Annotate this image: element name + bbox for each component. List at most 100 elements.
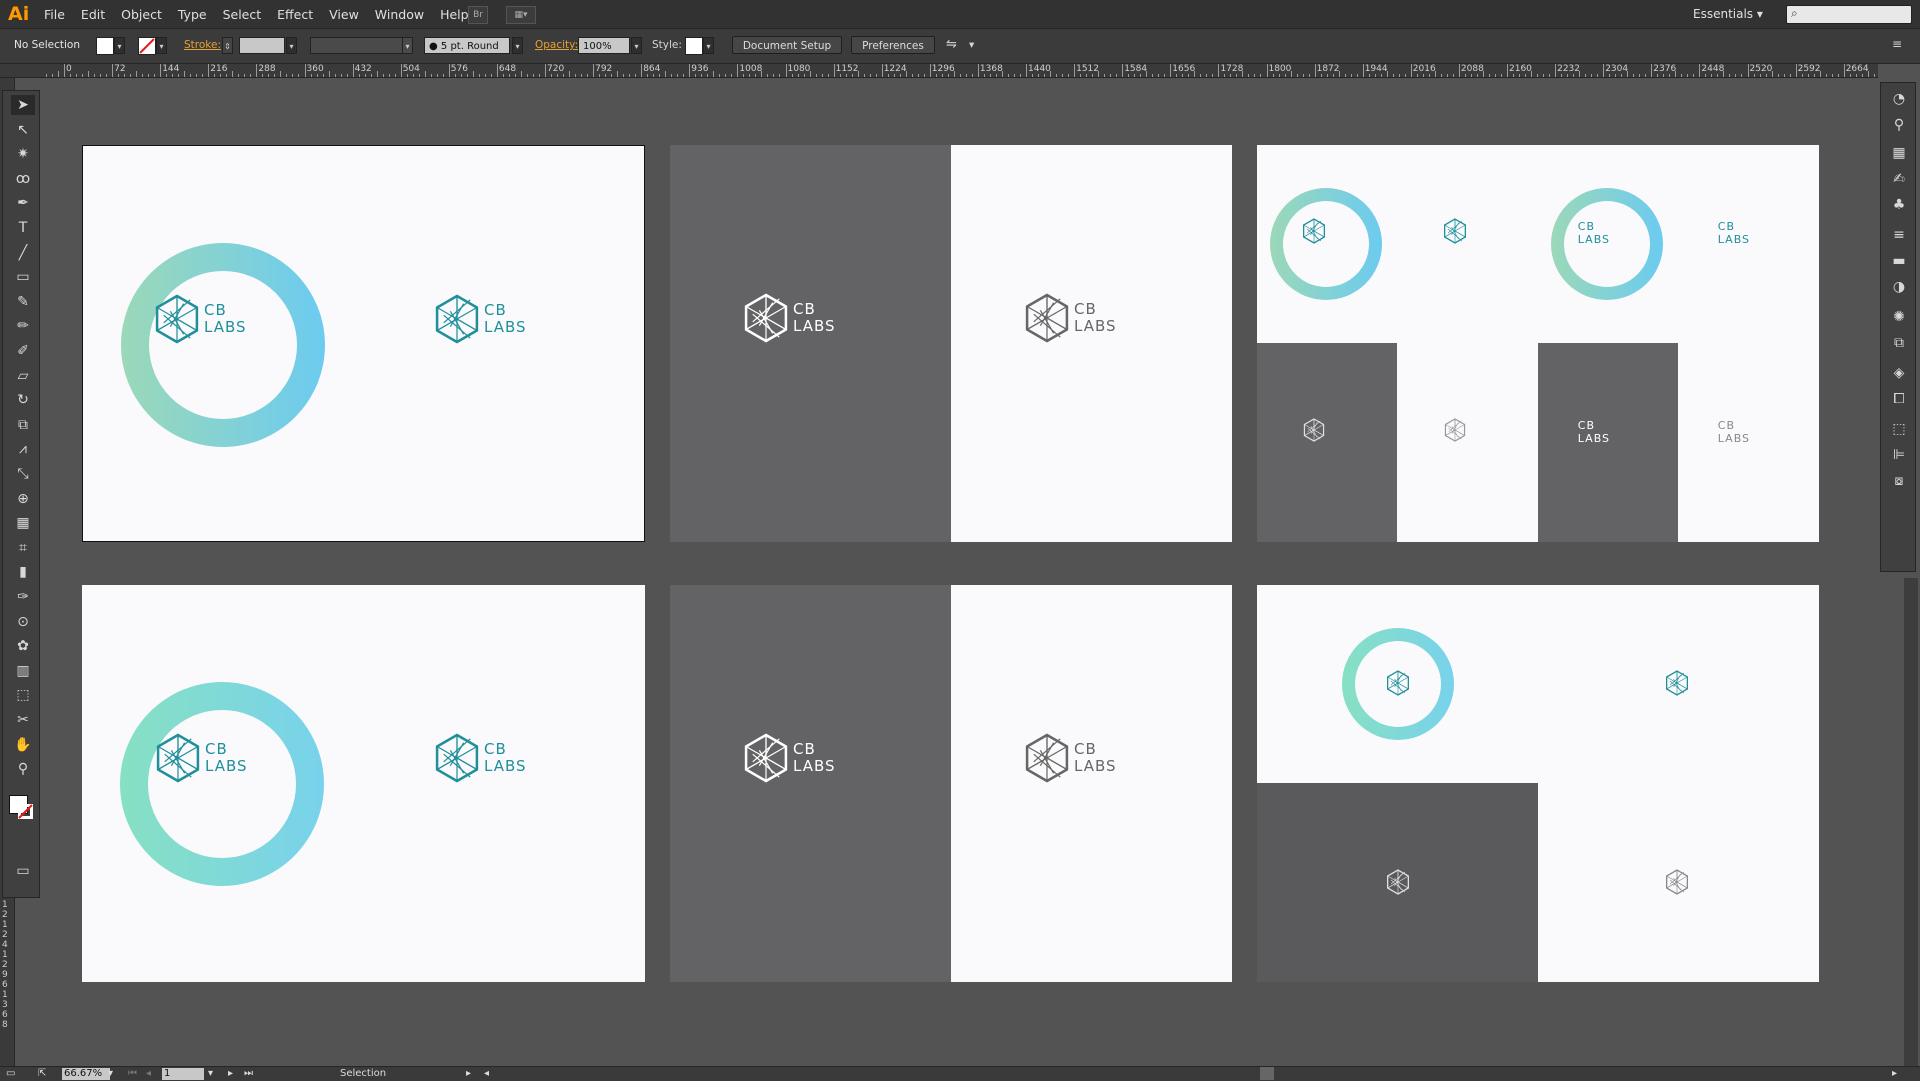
scroll-right-arrow[interactable]: ▸ xyxy=(1892,1068,1897,1079)
bridge-button[interactable]: Br xyxy=(468,6,488,24)
pencil-tool-icon[interactable]: ✏ xyxy=(11,316,35,336)
gradient-tool-icon[interactable]: ▮ xyxy=(11,562,35,582)
shape-builder-tool-icon[interactable]: ⊕ xyxy=(11,489,35,509)
color-guide-icon[interactable]: ◔ xyxy=(1887,89,1911,109)
transform-icon[interactable]: ⬚ xyxy=(1887,419,1911,439)
last-artboard-button[interactable]: ⏭ xyxy=(244,1068,253,1079)
horizontal-ruler[interactable]: 2072144216288360432504576648720792864936… xyxy=(42,64,1878,78)
rotate-tool-icon[interactable]: ↻ xyxy=(11,390,35,410)
hand-tool-icon[interactable]: ✋ xyxy=(11,735,35,755)
search-input[interactable]: ⌕ xyxy=(1786,5,1912,24)
brush-dropdown[interactable]: ▾ xyxy=(512,37,523,54)
workspace-switcher[interactable]: Essentials ▾ xyxy=(1693,7,1763,21)
menu-file[interactable]: File xyxy=(44,7,65,22)
eraser-tool-icon[interactable]: ▱ xyxy=(11,366,35,386)
preferences-button[interactable]: Preferences xyxy=(851,36,935,54)
rectangle-tool-icon[interactable]: ▭ xyxy=(11,267,35,287)
scale-tool-icon[interactable]: ⧉ xyxy=(11,415,35,435)
align-icon[interactable]: ⊫ xyxy=(1887,445,1911,465)
appearance-icon[interactable]: ✺ xyxy=(1887,307,1911,327)
fill-stroke-selector[interactable] xyxy=(9,795,37,823)
graphic-style-swatch[interactable] xyxy=(685,37,703,55)
previous-artboard-button[interactable]: ◂ xyxy=(146,1068,151,1079)
horizontal-scroll-thumb[interactable] xyxy=(1260,1067,1274,1080)
mesh-tool-icon[interactable]: ⌗ xyxy=(11,538,35,558)
artboard-number-field[interactable]: 1 xyxy=(162,1068,204,1080)
status-menu-arrow[interactable]: ▸ xyxy=(466,1068,471,1079)
screen-mode-icon[interactable]: ▭ xyxy=(11,861,35,881)
artboards-icon[interactable]: ⧠ xyxy=(1887,389,1911,409)
ruler-origin[interactable] xyxy=(0,64,42,78)
artboard-1[interactable]: CB LABS CB LABS xyxy=(82,145,645,542)
menu-help[interactable]: Help xyxy=(440,7,469,22)
type-tool-icon[interactable]: T xyxy=(11,218,35,238)
menu-select[interactable]: Select xyxy=(223,7,262,22)
stroke-swatch[interactable] xyxy=(138,37,156,55)
transparency-icon[interactable]: ◑ xyxy=(1887,277,1911,297)
selection-tool-icon[interactable]: ➤ xyxy=(11,95,35,115)
zoom-dropdown[interactable]: ▾ xyxy=(108,1068,113,1079)
direct-selection-tool-icon[interactable]: ↖ xyxy=(11,120,35,140)
symbols-icon[interactable]: ♣ xyxy=(1887,195,1911,215)
pen-tool-icon[interactable]: ✒ xyxy=(11,193,35,213)
zoom-field[interactable]: 66.67% xyxy=(62,1068,110,1080)
opacity-dropdown[interactable]: ▾ xyxy=(631,37,642,54)
fill-swatch[interactable] xyxy=(96,37,114,55)
menu-object[interactable]: Object xyxy=(121,7,162,22)
lasso-tool-icon[interactable]: ꝏ xyxy=(11,169,35,189)
stroke-weight-dropdown[interactable]: ▾ xyxy=(286,37,297,54)
variable-width-dropdown[interactable]: ▾ xyxy=(402,37,413,54)
artboard-5[interactable]: CB LABS CB LABS xyxy=(670,585,1232,982)
artboard-dropdown[interactable]: ▾ xyxy=(208,1068,213,1079)
vertical-scrollbar[interactable] xyxy=(1904,578,1918,1066)
stroke-weight-field[interactable] xyxy=(239,37,285,54)
align-options-icon[interactable]: ⇋ xyxy=(946,37,957,52)
stroke-weight-stepper[interactable]: ⇕ xyxy=(222,37,233,54)
blend-tool-icon[interactable]: ⊙ xyxy=(11,612,35,632)
next-artboard-button[interactable]: ▸ xyxy=(228,1068,233,1079)
artboard-4[interactable]: CB LABS CB LABS xyxy=(82,585,645,982)
column-graph-tool-icon[interactable]: ▥ xyxy=(11,661,35,681)
magic-wand-tool-icon[interactable]: ✷ xyxy=(11,144,35,164)
symbol-sprayer-tool-icon[interactable]: ✿ xyxy=(11,636,35,656)
swatches-icon[interactable]: ▦ xyxy=(1887,143,1911,163)
slice-tool-icon[interactable]: ✂ xyxy=(11,710,35,730)
opacity-label[interactable]: Opacity: xyxy=(535,39,578,51)
graphic-style-dropdown[interactable]: ▾ xyxy=(703,37,714,54)
menu-window[interactable]: Window xyxy=(375,7,424,22)
graphic-styles-icon[interactable]: ⧉ xyxy=(1887,333,1911,353)
perspective-grid-tool-icon[interactable]: ▦ xyxy=(11,513,35,533)
more-options-icon[interactable]: ▾ xyxy=(969,39,974,51)
arrange-documents-button[interactable]: ▦▾ xyxy=(506,6,536,24)
menu-edit[interactable]: Edit xyxy=(81,7,105,22)
stroke-panel-icon[interactable]: ≡ xyxy=(1887,225,1911,245)
menu-type[interactable]: Type xyxy=(178,7,207,22)
document-icon[interactable]: ▭ xyxy=(6,1068,15,1079)
artboard-tool-icon[interactable]: ⬚ xyxy=(11,685,35,705)
panel-menu-icon[interactable]: ≡ xyxy=(1892,37,1902,51)
share-icon[interactable]: ⇱ xyxy=(38,1068,46,1079)
free-transform-tool-icon[interactable]: ⤡ xyxy=(11,464,35,484)
first-artboard-button[interactable]: ⏮ xyxy=(128,1068,137,1079)
artboard-3[interactable]: CB LABS CB LABS CB LABS CB LABS xyxy=(1257,145,1819,542)
variable-width-profile[interactable] xyxy=(310,37,410,54)
document-setup-button[interactable]: Document Setup xyxy=(732,36,842,54)
scroll-left-arrow[interactable]: ◂ xyxy=(484,1068,489,1079)
artboard-2[interactable]: CB LABS CB LABS xyxy=(670,145,1232,542)
brush-definition[interactable]: ● 5 pt. Round xyxy=(424,37,510,54)
paintbrush-tool-icon[interactable]: ✎ xyxy=(11,292,35,312)
blob-brush-tool-icon[interactable]: ✐ xyxy=(11,341,35,361)
layers-icon[interactable]: ◈ xyxy=(1887,363,1911,383)
fill-dropdown[interactable]: ▾ xyxy=(114,37,125,54)
width-tool-icon[interactable]: ⩘ xyxy=(11,439,35,459)
stroke-label[interactable]: Stroke: xyxy=(184,39,221,51)
menu-view[interactable]: View xyxy=(329,7,359,22)
zoom-tool-icon[interactable]: ⚲ xyxy=(11,759,35,779)
gradient-panel-icon[interactable]: ▬ xyxy=(1887,251,1911,271)
menu-effect[interactable]: Effect xyxy=(277,7,313,22)
pathfinder-icon[interactable]: ⧇ xyxy=(1887,471,1911,491)
artboard-6[interactable] xyxy=(1257,585,1819,982)
opacity-field[interactable]: 100% xyxy=(578,37,630,54)
libraries-icon[interactable]: ⚲ xyxy=(1887,115,1911,135)
eyedropper-tool-icon[interactable]: ✑ xyxy=(11,587,35,607)
